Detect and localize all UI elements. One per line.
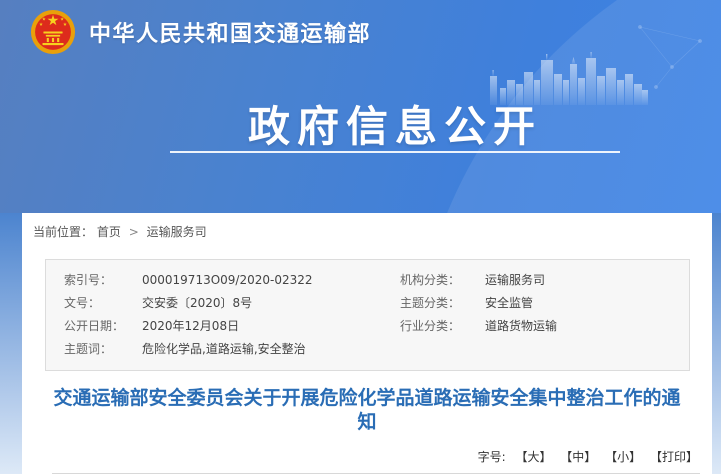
font-small-button[interactable]: 【小】 bbox=[605, 450, 641, 464]
meta-value-doc-no: 交安委〔2020〕8号 bbox=[142, 292, 400, 315]
page: 中华人民共和国交通运输部 政府信息公开 当前位置： 首页 > 运输服务司 索引号… bbox=[0, 0, 721, 474]
national-emblem-icon bbox=[30, 9, 76, 55]
meta-label-org-category: 机构分类： bbox=[400, 269, 485, 292]
content-panel: 当前位置： 首页 > 运输服务司 索引号： 000019713O09/2020-… bbox=[22, 213, 712, 474]
breadcrumb-home-link[interactable]: 首页 bbox=[97, 225, 121, 239]
meta-value-keywords: 危险化学品,道路运输,安全整治 bbox=[142, 338, 400, 361]
site-name: 中华人民共和国交通运输部 bbox=[89, 16, 371, 48]
page-title: 政府信息公开 bbox=[170, 93, 620, 154]
print-button[interactable]: 【打印】 bbox=[650, 450, 698, 464]
meta-label-index-no: 索引号： bbox=[64, 269, 142, 292]
font-size-label: 字号: bbox=[478, 450, 506, 464]
meta-label-publish-date: 公开日期： bbox=[64, 315, 142, 338]
font-size-toolbar: 字号: 【大】 【中】 【小】 【打印】 bbox=[22, 448, 698, 465]
meta-value-index-no: 000019713O09/2020-02322 bbox=[142, 269, 400, 292]
site-logo-link[interactable]: 中华人民共和国交通运输部 bbox=[30, 9, 371, 55]
meta-label-empty bbox=[400, 338, 485, 361]
meta-table-row: 公开日期： 2020年12月08日 行业分类： 道路货物运输 bbox=[64, 315, 689, 338]
site-header: 中华人民共和国交通运输部 政府信息公开 bbox=[0, 0, 721, 213]
meta-table: 索引号： 000019713O09/2020-02322 机构分类： 运输服务司… bbox=[45, 259, 690, 371]
meta-table-row: 索引号： 000019713O09/2020-02322 机构分类： 运输服务司 bbox=[64, 269, 689, 292]
font-medium-button[interactable]: 【中】 bbox=[560, 450, 596, 464]
meta-value-topic-category: 安全监管 bbox=[485, 292, 689, 315]
meta-value-publish-date: 2020年12月08日 bbox=[142, 315, 400, 338]
meta-table-row: 文号： 交安委〔2020〕8号 主题分类： 安全监管 bbox=[64, 292, 689, 315]
breadcrumb: 当前位置： 首页 > 运输服务司 bbox=[22, 213, 712, 240]
meta-label-topic-category: 主题分类： bbox=[400, 292, 485, 315]
meta-value-empty bbox=[485, 338, 689, 361]
meta-label-keywords: 主题词： bbox=[64, 338, 142, 361]
meta-value-industry-category: 道路货物运输 bbox=[485, 315, 689, 338]
font-large-button[interactable]: 【大】 bbox=[515, 450, 551, 464]
meta-label-industry-category: 行业分类： bbox=[400, 315, 485, 338]
meta-value-org-category: 运输服务司 bbox=[485, 269, 689, 292]
meta-table-row: 主题词： 危险化学品,道路运输,安全整治 bbox=[64, 338, 689, 361]
title-underline bbox=[170, 151, 620, 153]
meta-label-doc-no: 文号： bbox=[64, 292, 142, 315]
breadcrumb-separator: > bbox=[129, 225, 139, 239]
document-title: 交通运输部安全委员会关于开展危险化学品道路运输安全集中整治工作的通知 bbox=[50, 386, 684, 434]
breadcrumb-current-link[interactable]: 运输服务司 bbox=[147, 225, 207, 239]
breadcrumb-label: 当前位置： bbox=[33, 225, 93, 239]
